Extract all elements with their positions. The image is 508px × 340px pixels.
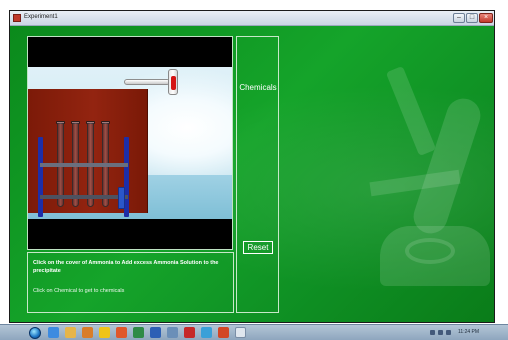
- start-icon[interactable]: [29, 327, 41, 339]
- globe-icon[interactable]: [201, 327, 212, 338]
- minimize-icon[interactable]: –: [453, 13, 465, 23]
- taskbar: 11:24 PM: [0, 324, 508, 340]
- reset-button[interactable]: Reset: [243, 241, 273, 254]
- rack-post-left: [38, 137, 43, 217]
- network-icon[interactable]: [430, 330, 435, 335]
- chrome-icon[interactable]: [99, 327, 110, 338]
- reagent-bottle-small[interactable]: [118, 187, 125, 209]
- folder-icon[interactable]: [65, 327, 76, 338]
- firefox-icon[interactable]: [116, 327, 127, 338]
- paint-icon[interactable]: [167, 327, 178, 338]
- simulation-viewport[interactable]: [27, 36, 233, 250]
- chemicals-button[interactable]: Chemicals: [237, 81, 279, 95]
- maximize-icon[interactable]: □: [466, 13, 478, 23]
- powerpoint-icon[interactable]: [218, 327, 229, 338]
- lab-background: Chemicals Reset Click on the cover of Am…: [10, 26, 494, 322]
- excel-icon[interactable]: [133, 327, 144, 338]
- app-window: Experiment1 – □ × Chemicals Reset Click …: [9, 10, 495, 323]
- instructions-panel: Click on the cover of Ammonia to Add exc…: [27, 252, 234, 313]
- petri-dish-watermark: [405, 238, 455, 264]
- rack-shelf-top: [40, 163, 128, 167]
- control-column: [236, 36, 279, 313]
- title-bar[interactable]: Experiment1 – □ ×: [10, 11, 494, 26]
- ammonia-dropper-tube[interactable]: [124, 79, 170, 85]
- lab-scene: [28, 67, 232, 219]
- battery-icon[interactable]: [446, 330, 451, 335]
- media-player-icon[interactable]: [82, 327, 93, 338]
- ammonia-liquid: [171, 76, 176, 90]
- word-icon[interactable]: [150, 327, 161, 338]
- window-title: Experiment1: [24, 14, 58, 20]
- ammonia-bottle-cover[interactable]: [168, 69, 178, 95]
- document-icon[interactable]: [235, 327, 246, 338]
- instruction-hint: Click on Chemical to get to chemicals: [33, 288, 125, 294]
- volume-icon[interactable]: [438, 330, 443, 335]
- close-icon[interactable]: ×: [479, 13, 493, 23]
- microscope-watermark-tube: [385, 65, 437, 157]
- app-icon: [13, 14, 21, 22]
- pdf-icon[interactable]: [184, 327, 195, 338]
- rack-shelf-bottom: [40, 195, 128, 199]
- ie-icon[interactable]: [48, 327, 59, 338]
- instruction-main: Click on the cover of Ammonia to Add exc…: [33, 260, 219, 274]
- taskbar-clock[interactable]: 11:24 PM: [458, 329, 479, 335]
